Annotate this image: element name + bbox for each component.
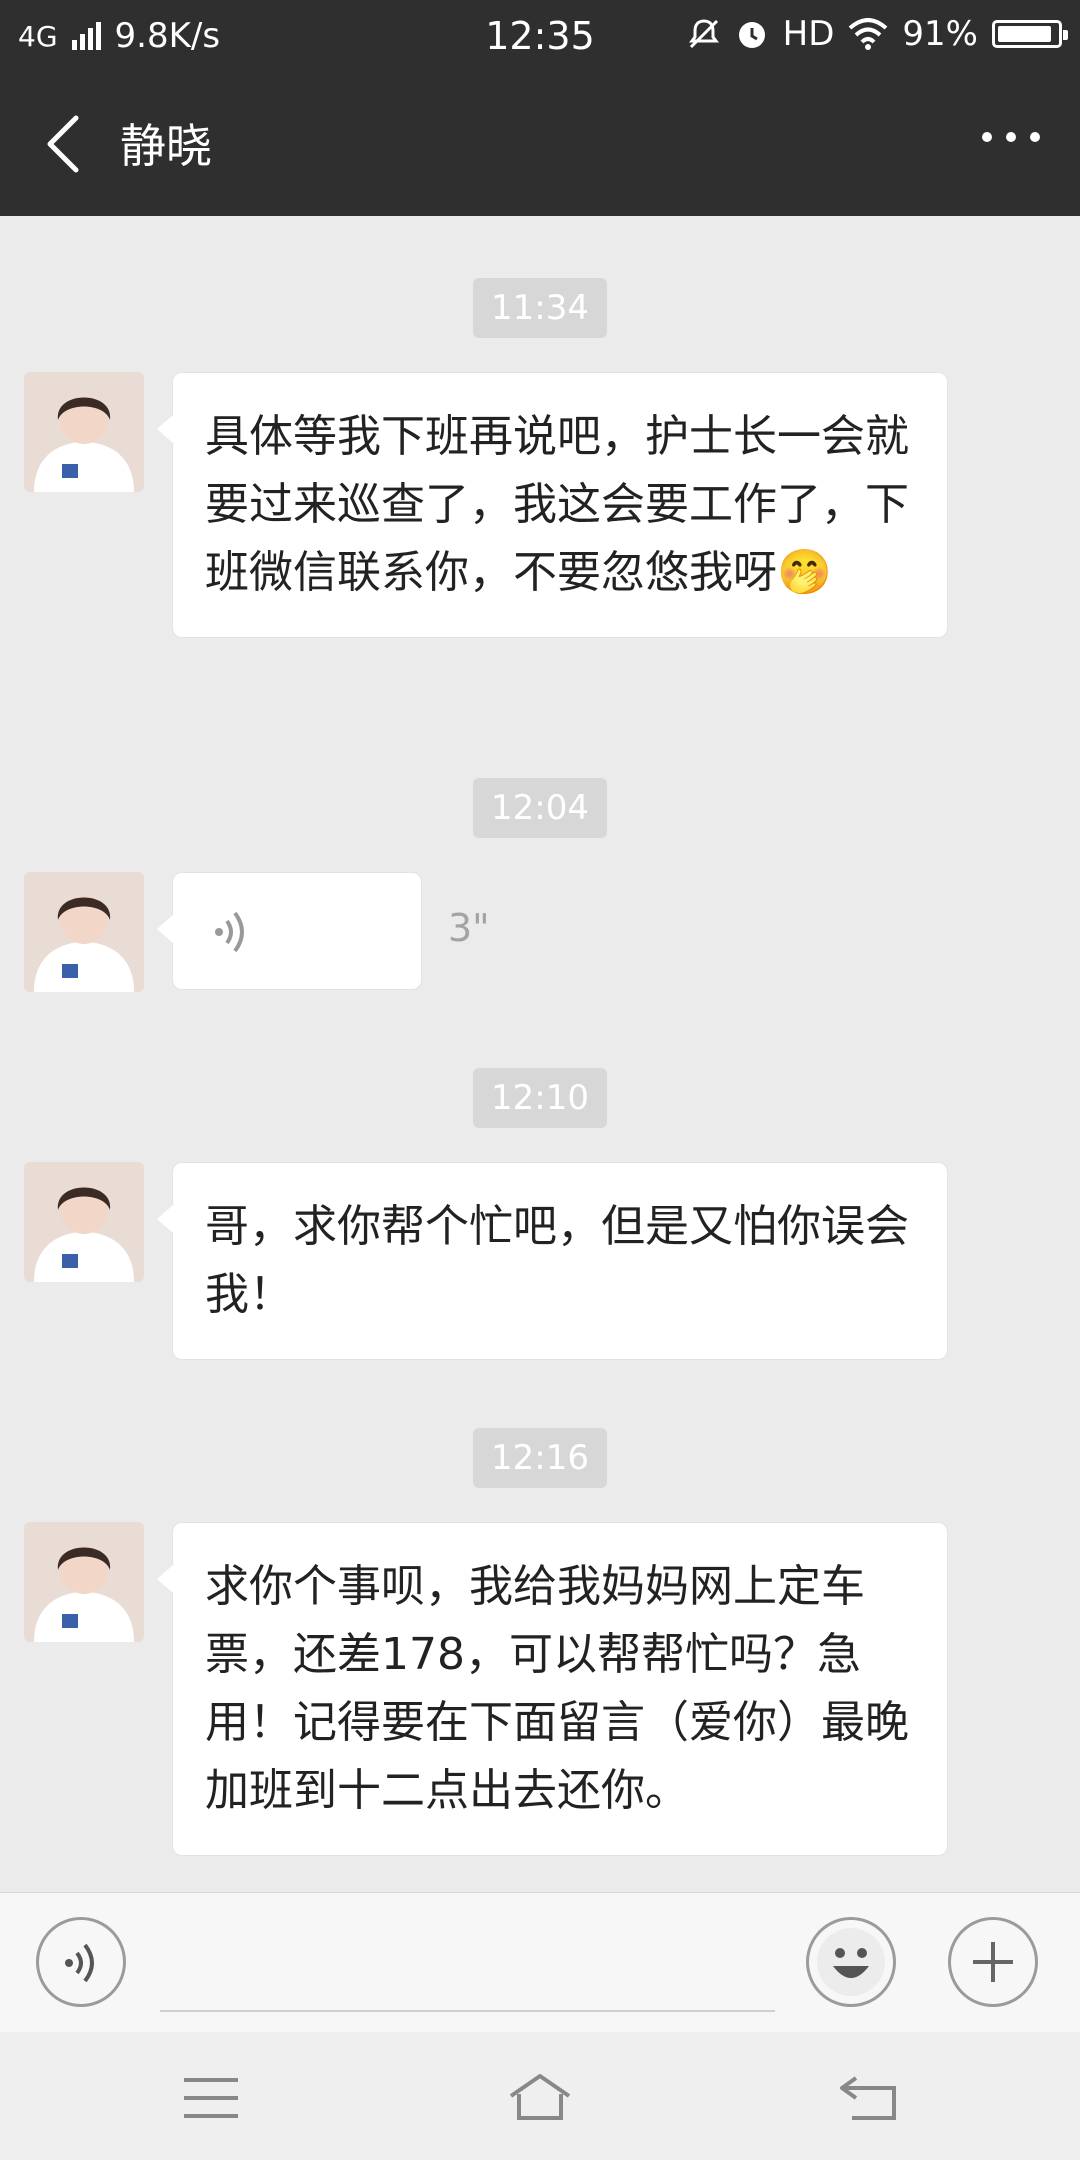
avatar[interactable]	[24, 372, 144, 492]
avatar-image	[24, 872, 144, 992]
wifi-icon	[849, 18, 888, 50]
timestamp: 12:04	[473, 778, 607, 838]
emoji-button[interactable]	[806, 1917, 896, 2007]
menu-icon[interactable]	[176, 2070, 246, 2126]
message-bubble[interactable]: 具体等我下班再说吧，护士长一会就要过来巡查了，我这会要工作了，下班微信联系你，不…	[157, 372, 948, 638]
emoji-icon	[817, 1928, 885, 1996]
more-options-icon[interactable]	[982, 132, 1040, 142]
contact-name: 静晓	[120, 119, 212, 173]
battery-fill	[998, 26, 1051, 42]
message-text: 求你个事呗，我给我妈妈网上定车票，还差178，可以帮帮忙吗？急用！记得要在下面留…	[205, 1561, 909, 1816]
voice-duration: 3"	[448, 906, 490, 950]
battery-percent: 91%	[902, 14, 978, 54]
avatar[interactable]	[24, 1522, 144, 1642]
chat-header: 静晓	[0, 72, 1080, 216]
message-text: 哥，求你帮个忙吧，但是又怕你误会我！	[205, 1201, 909, 1320]
voice-icon	[65, 1943, 94, 1983]
alarm-icon	[738, 22, 765, 48]
timestamp: 11:34	[473, 278, 607, 338]
input-bar	[0, 1892, 1080, 2033]
mute-bell-icon	[688, 19, 719, 49]
timestamp: 12:10	[473, 1068, 607, 1128]
avatar-image	[24, 372, 144, 492]
voice-input-button[interactable]	[36, 1917, 126, 2007]
back-icon[interactable]	[36, 112, 96, 176]
status-bar: 4G 9.8K/s 12:35 HD 91%	[0, 0, 1080, 72]
battery-icon	[992, 20, 1068, 48]
message-input[interactable]	[160, 2010, 775, 2012]
emoji-icon: 🤭	[777, 547, 832, 598]
system-nav-bar	[0, 2032, 1080, 2160]
voice-wave-icon	[215, 911, 244, 953]
back-arrow-icon[interactable]	[834, 2070, 904, 2126]
timestamp: 12:16	[473, 1428, 607, 1488]
message-bubble[interactable]: 求你个事呗，我给我妈妈网上定车票，还差178，可以帮帮忙吗？急用！记得要在下面留…	[157, 1522, 948, 1856]
avatar[interactable]	[24, 872, 144, 992]
home-icon[interactable]	[505, 2070, 575, 2126]
more-button[interactable]	[948, 1917, 1038, 2007]
avatar[interactable]	[24, 1162, 144, 1282]
plus-icon	[973, 1942, 1013, 1982]
avatar-image	[24, 1162, 144, 1282]
voice-message-bubble[interactable]	[157, 872, 422, 990]
hd-badge: HD	[782, 14, 835, 54]
avatar-image	[24, 1522, 144, 1642]
chat-list[interactable]: 11:34 具体等我下班再说吧，护士长一会就要过来巡查了，我这会要工作了，下班微…	[0, 216, 1080, 1892]
message-bubble[interactable]: 哥，求你帮个忙吧，但是又怕你误会我！	[157, 1162, 948, 1360]
